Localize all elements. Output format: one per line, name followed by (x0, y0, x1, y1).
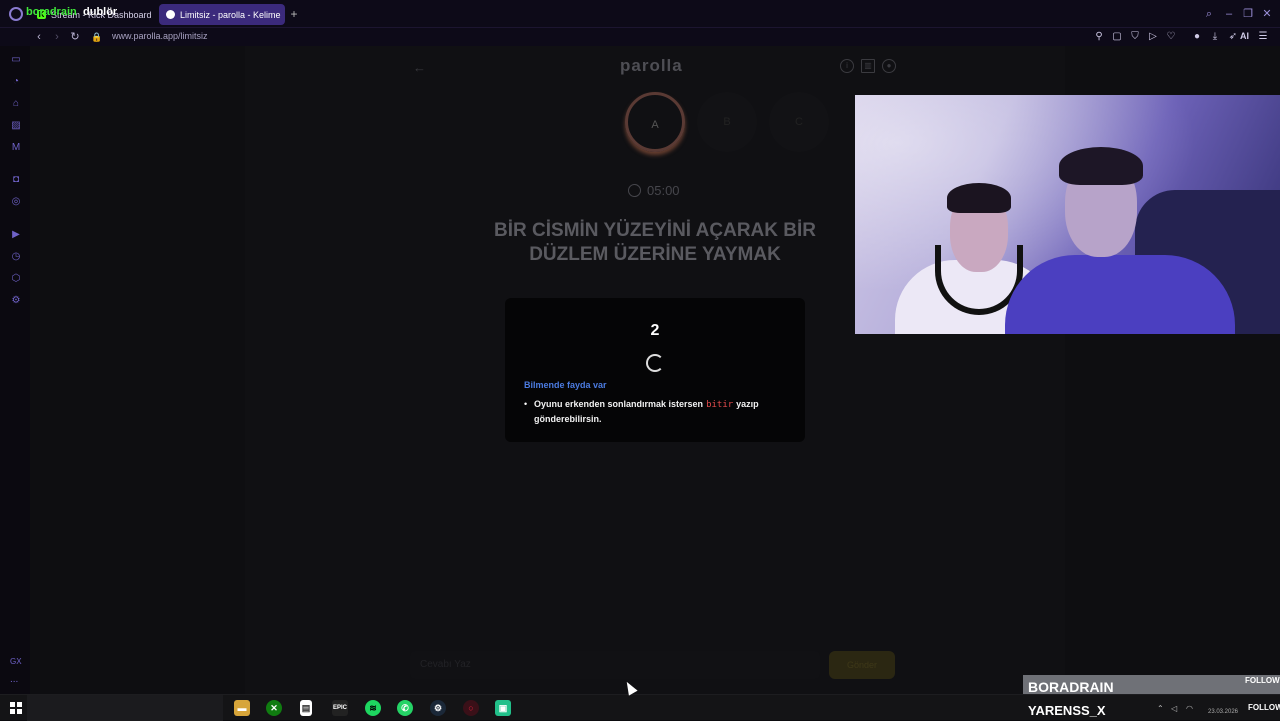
maximize-icon[interactable]: ❐ (1242, 8, 1254, 20)
tray-date: 23.03.2026 (1207, 709, 1239, 715)
play-icon[interactable]: ▷ (1146, 30, 1160, 44)
instagram-icon[interactable]: ◎ (10, 196, 22, 208)
steam-icon[interactable]: ⚙ (430, 700, 446, 716)
bullet-icon: • (524, 399, 528, 409)
gx-store-icon[interactable]: ⌂ (10, 98, 22, 110)
webcam-person-left-hair (947, 183, 1011, 213)
messenger-icon[interactable]: M (10, 142, 22, 154)
settings-icon[interactable]: ⚙ (10, 295, 22, 307)
send-icon[interactable]: ➶ (1226, 30, 1240, 44)
send-button[interactable]: Gönder (829, 651, 895, 679)
tab-label: Limitsiz - parolla - Kelime (180, 9, 281, 20)
pin-icon[interactable]: ⚲ (1092, 30, 1106, 44)
reload-icon[interactable]: ↻ (68, 29, 82, 45)
timer-value: 05:00 (647, 183, 680, 198)
taskbar-search[interactable] (27, 695, 223, 721)
close-icon[interactable]: ✕ (1261, 8, 1273, 20)
tip-text-before: Oyunu erkenden sonlandırmak istersen (534, 399, 704, 409)
network-icon[interactable]: ◠ (1186, 704, 1193, 713)
shield-icon[interactable]: ⛉ (1128, 30, 1142, 44)
stats-icon[interactable]: ▥ (861, 59, 875, 73)
letter-circle-c: C (769, 92, 829, 152)
address-bar: ‹ › ↻ 🔒 www.parolla.app/limitsiz ⚲ ▢ ⛉ ▷… (0, 28, 1280, 46)
profile-icon[interactable]: ● (1190, 30, 1204, 44)
search-tabs-icon[interactable]: ⌕ (1203, 8, 1215, 20)
heart-icon[interactable]: ♡ (1164, 30, 1178, 44)
clock-icon (628, 184, 641, 197)
webcam-person-right-hair (1059, 147, 1143, 185)
minimize-icon[interactable]: – (1223, 8, 1235, 20)
file-explorer-icon[interactable]: ▬ (234, 700, 250, 716)
tip-code: bitir (706, 400, 734, 410)
follow-label-1: FOLLOW (1245, 676, 1280, 685)
lock-icon[interactable]: 🔒 (90, 29, 104, 45)
browser-sidebar: ▭ ◔ ⌂ ▨ M ◘ ◎ ▶ ◷ ⬡ ⚙ GX ... (0, 46, 30, 694)
user-icon[interactable]: ● (882, 59, 896, 73)
opera-gx-logo-icon[interactable] (9, 7, 23, 21)
notepad-icon[interactable]: ▤ (300, 700, 312, 716)
gx-corner-icon[interactable]: ◔ (10, 76, 22, 88)
question-text: BİR CİSMİN YÜZEYİNİ AÇARAK BİR DÜZLEM ÜZ… (494, 220, 816, 265)
extensions-icon[interactable]: ⬡ (10, 273, 22, 285)
mods-icon[interactable]: ▨ (10, 120, 22, 132)
back-arrow-icon[interactable]: ← (413, 60, 426, 75)
letter-circle-b: B (697, 92, 757, 152)
spotify-icon[interactable]: ≋ (365, 700, 381, 716)
epic-games-icon[interactable]: EPIC (332, 700, 348, 716)
follower-name-1: BORADRAIN (1028, 679, 1114, 695)
timer: 05:00 (628, 183, 680, 198)
back-icon[interactable]: ‹ (32, 29, 46, 45)
search-text-1: boradrain (26, 6, 77, 18)
forward-icon[interactable]: › (50, 29, 64, 45)
site-logo[interactable]: parolla (620, 56, 683, 76)
aria-ai-button[interactable]: AI (1240, 31, 1249, 41)
parolla-favicon-icon (166, 10, 175, 19)
new-tab-button[interactable]: + (288, 7, 300, 21)
follower-name-2: YARENSS_X (1028, 703, 1106, 718)
windows-start-icon[interactable] (10, 702, 22, 714)
webcam-person-right-body (1005, 255, 1235, 334)
letter-circle-a: A (625, 92, 685, 152)
sidebar-more-icon[interactable]: ... (10, 674, 18, 685)
xbox-icon[interactable]: ✕ (266, 700, 282, 716)
webcam-overlay (855, 95, 1280, 334)
browser-tab-bar: K Stream - Kick Dashboard Limitsiz - par… (0, 0, 1280, 28)
twitch-icon[interactable]: ◘ (10, 174, 22, 186)
follow-label-2: FOLLOW (1248, 703, 1280, 712)
gx-control-icon[interactable]: ▭ (10, 54, 22, 66)
spinner-icon (646, 354, 664, 372)
url-field[interactable]: www.parolla.app/limitsiz (112, 31, 208, 41)
menu-icon[interactable]: ☰ (1256, 30, 1270, 44)
countdown-number: 2 (650, 322, 660, 339)
download-icon[interactable]: ⤓ (1208, 30, 1222, 44)
answer-input[interactable]: Cevabı Yaz (410, 651, 820, 679)
tip-heading: Bilmende fayda var (524, 380, 607, 390)
search-text-2: dublör (83, 6, 118, 18)
tray-chevron-icon[interactable]: ⌃ (1157, 704, 1164, 713)
sidebar-gx-label[interactable]: GX (10, 657, 22, 666)
player-icon[interactable]: ▶ (10, 229, 22, 241)
whatsapp-icon[interactable]: ✆ (397, 700, 413, 716)
tip-text: Oyunu erkenden sonlandırmak istersen biti… (534, 397, 784, 426)
countdown-modal: 2 Bilmende fayda var • Oyunu erkenden so… (505, 298, 805, 442)
kick-taskbar-icon[interactable]: ▣ (495, 700, 511, 716)
volume-icon[interactable]: ◁ (1171, 704, 1177, 713)
opera-gx-taskbar-icon[interactable]: ○ (463, 700, 479, 716)
info-icon[interactable]: i (840, 59, 854, 73)
history-icon[interactable]: ◷ (10, 251, 22, 263)
snapshot-icon[interactable]: ▢ (1110, 30, 1124, 44)
tab-parolla[interactable]: Limitsiz - parolla - Kelime (159, 4, 285, 25)
